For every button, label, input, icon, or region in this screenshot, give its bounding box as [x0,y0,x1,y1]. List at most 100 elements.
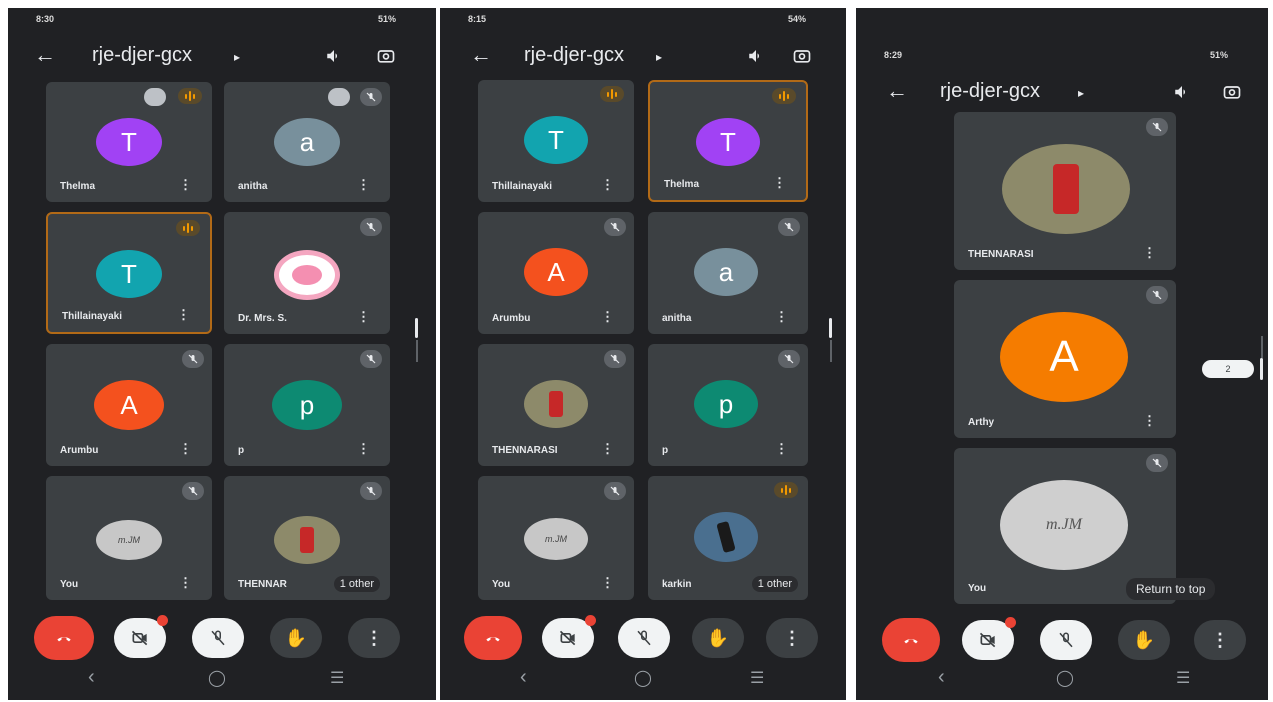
camera-off-button[interactable] [114,615,168,658]
nav-home-icon[interactable]: ◯ [1056,668,1074,688]
participant-name: You [60,579,79,590]
avatar: m.JM [1000,480,1128,570]
hand-icon: ✋ [706,627,730,648]
phone-screen-2: 8:15 54% ← rje-djer-gcx ▸ T Thillainayak… [440,8,846,700]
return-to-top-button[interactable]: Return to top [1126,578,1216,600]
more-vert-icon[interactable]: ⋮ [775,309,788,325]
chevron-right-icon[interactable]: ▸ [656,50,662,64]
more-vert-icon[interactable]: ⋮ [357,309,370,325]
participant-tile-active[interactable]: T Thelma ⋮ [648,80,808,202]
avatar: m.JM [96,520,162,560]
raise-hand-button[interactable]: ✋ [270,618,322,658]
arrow-left-icon[interactable]: ← [886,80,908,102]
alert-badge [1005,617,1016,628]
meeting-code[interactable]: rje-djer-gcx [524,44,624,67]
more-vert-icon[interactable]: ⋮ [601,441,614,457]
mic-off-button[interactable] [192,618,244,658]
participant-tile[interactable]: THENNARASI ⋮ [954,112,1176,270]
participant-name: Arthy [968,417,995,428]
participant-tile[interactable]: Dr. Mrs. S. ⋮ [224,212,390,334]
more-vert-icon[interactable]: ⋮ [775,441,788,457]
participant-tile[interactable]: A Arumbu ⋮ [478,212,634,334]
status-bar: 8:30 51% [8,14,436,28]
participant-tile[interactable]: THENNARASI ⋮ [478,344,634,466]
switch-camera-icon[interactable] [1220,80,1244,104]
speaker-icon[interactable] [322,44,346,68]
raise-hand-button[interactable]: ✋ [692,618,744,658]
scrollbar[interactable] [1260,358,1263,380]
speaking-indicator-icon [600,86,624,102]
nav-recents-icon[interactable]: ☰ [750,668,764,688]
participant-tile[interactable]: a anitha ⋮ [648,212,808,334]
meeting-code[interactable]: rje-djer-gcx [92,44,192,67]
participant-tile[interactable]: p p ⋮ [648,344,808,466]
more-vert-icon[interactable]: ⋮ [179,575,192,591]
more-vert-icon[interactable]: ⋮ [357,441,370,457]
mic-off-icon [1146,454,1168,472]
camera-off-button[interactable] [542,615,596,658]
more-vert-icon[interactable]: ⋮ [357,177,370,193]
more-vert-icon[interactable]: ⋮ [601,177,614,193]
android-nav-bar: ‹ ◯ ☰ [856,666,1268,692]
avatar: A [1000,312,1128,402]
alert-badge [585,615,596,626]
scrollbar[interactable] [415,318,418,338]
participant-name: THENNARASI [968,249,1034,260]
more-vert-icon[interactable]: ⋮ [601,309,614,325]
android-nav-bar: ‹ ◯ ☰ [8,666,436,692]
mic-off-icon [604,482,626,500]
arrow-left-icon[interactable]: ← [34,44,56,66]
participant-tile[interactable]: THENNAR 1 other [224,476,390,600]
more-vert-icon[interactable]: ⋮ [1143,413,1156,429]
nav-home-icon[interactable]: ◯ [208,668,226,688]
pin-icon[interactable] [328,88,350,106]
arrow-left-icon[interactable]: ← [470,44,492,66]
participant-tile-self[interactable]: m.JM You ⋮ [478,476,634,600]
camera-off-button[interactable] [962,617,1016,660]
nav-home-icon[interactable]: ◯ [634,668,652,688]
more-vert-icon[interactable]: ⋮ [179,177,192,193]
participant-tile-self[interactable]: m.JM You ⋮ [46,476,212,600]
end-call-button[interactable] [882,618,940,662]
participant-tile[interactable]: a anitha ⋮ [224,82,390,202]
more-vert-icon[interactable]: ⋮ [177,307,190,323]
participant-tile[interactable]: T Thelma ⋮ [46,82,212,202]
participant-tile[interactable]: A Arthy ⋮ [954,280,1176,438]
participant-tile[interactable]: p p ⋮ [224,344,390,466]
participant-tile[interactable]: T Thillainayaki ⋮ [478,80,634,202]
avatar: p [694,380,758,428]
more-options-button[interactable]: ⋮ [766,618,818,658]
chevron-right-icon[interactable]: ▸ [1078,86,1084,100]
mic-off-button[interactable] [1040,620,1092,660]
more-options-button[interactable]: ⋮ [1194,620,1246,660]
more-options-button[interactable]: ⋮ [348,618,400,658]
scrollbar[interactable] [829,318,832,338]
mic-off-button[interactable] [618,618,670,658]
nav-back-icon[interactable]: ‹ [938,666,945,689]
more-vert-icon[interactable]: ⋮ [179,441,192,457]
nav-recents-icon[interactable]: ☰ [1176,668,1190,688]
nav-back-icon[interactable]: ‹ [88,666,95,689]
nav-recents-icon[interactable]: ☰ [330,668,344,688]
chevron-right-icon[interactable]: ▸ [234,50,240,64]
participant-tile[interactable]: A Arumbu ⋮ [46,344,212,466]
hand-icon: ✋ [284,627,308,648]
end-call-button[interactable] [464,616,522,660]
speaker-icon[interactable] [1170,80,1194,104]
raise-hand-button[interactable]: ✋ [1118,620,1170,660]
more-vert-icon[interactable]: ⋮ [1143,245,1156,261]
others-count: 1 other [333,576,380,592]
speaker-icon[interactable] [744,44,768,68]
nav-back-icon[interactable]: ‹ [520,666,527,689]
avatar: T [524,116,588,164]
more-vert-icon[interactable]: ⋮ [601,575,614,591]
pin-icon[interactable] [144,88,166,106]
switch-camera-icon[interactable] [790,44,814,68]
participant-tile-active[interactable]: T Thillainayaki ⋮ [46,212,212,334]
meeting-code[interactable]: rje-djer-gcx [940,80,1040,103]
page-indicator[interactable]: 2 [1202,360,1254,378]
end-call-button[interactable] [34,616,94,660]
switch-camera-icon[interactable] [374,44,398,68]
participant-tile[interactable]: karkin 1 other [648,476,808,600]
more-vert-icon[interactable]: ⋮ [773,175,786,191]
